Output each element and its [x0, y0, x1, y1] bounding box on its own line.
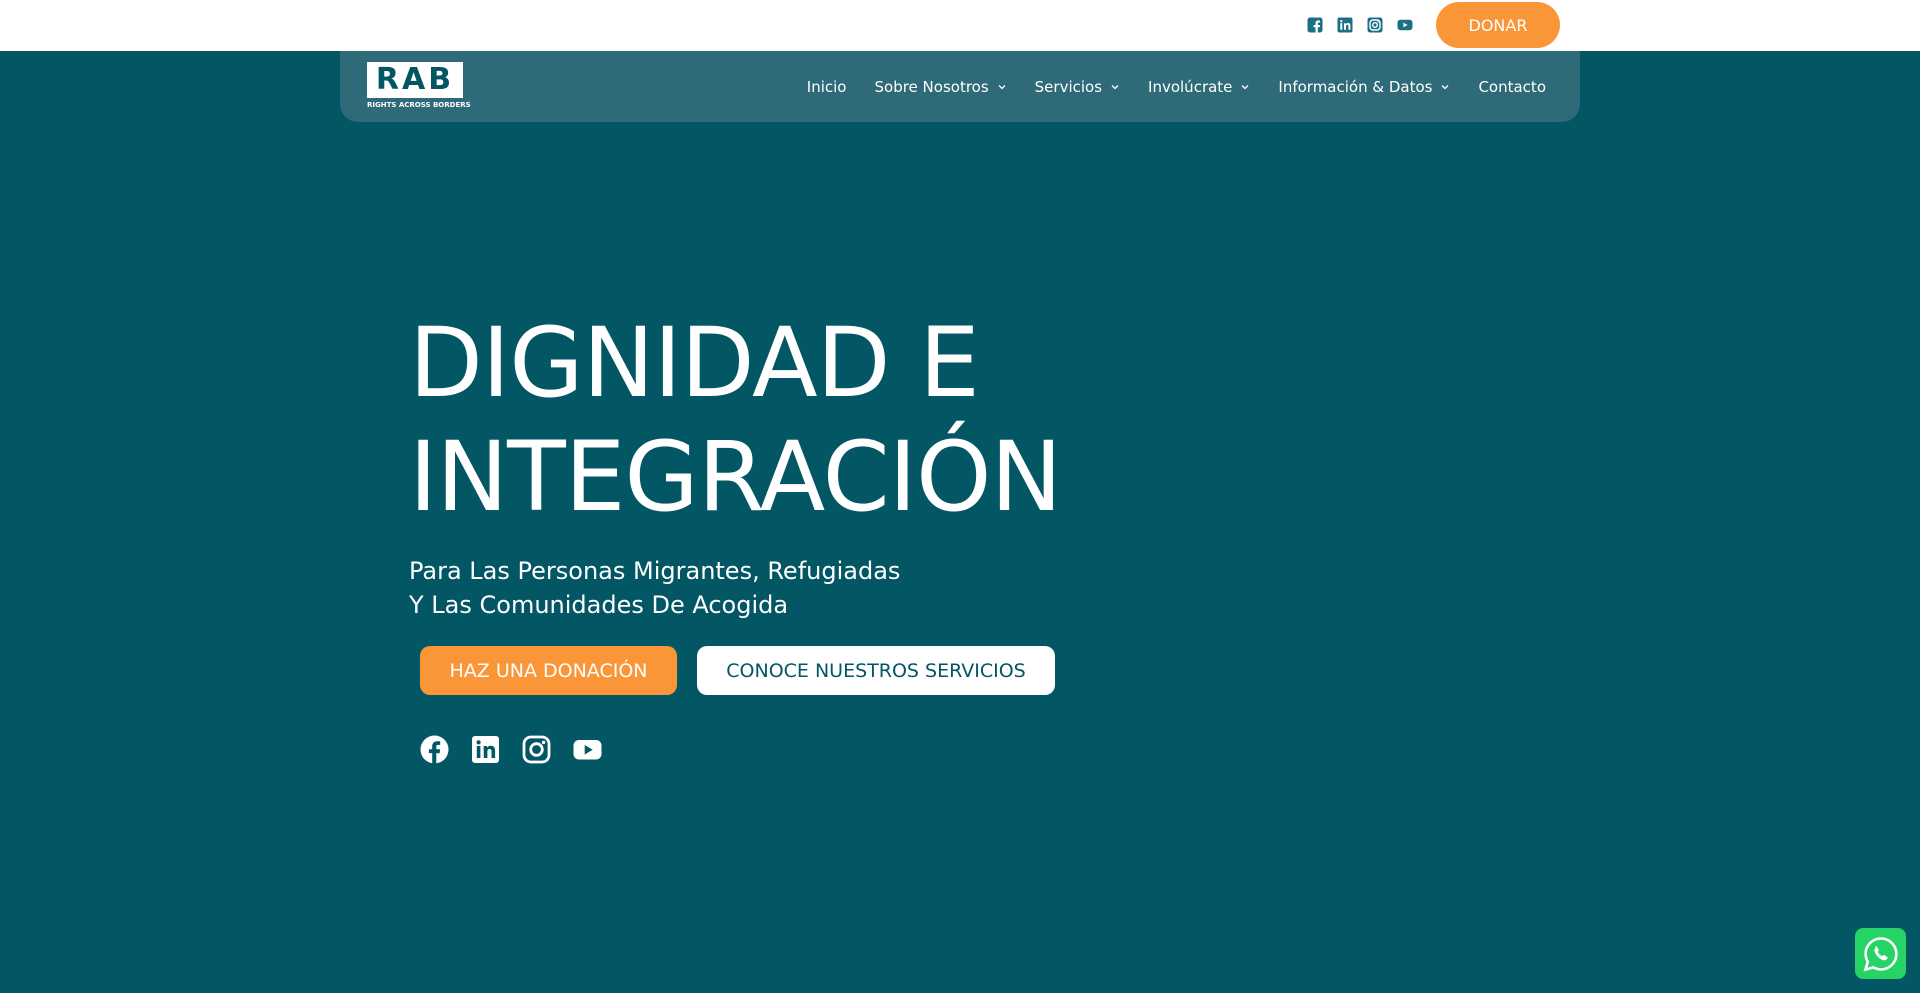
nav-item-label: Contacto [1478, 77, 1546, 96]
chevron-down-icon [1111, 84, 1119, 89]
hero-subtitle-line-1: Para Las Personas Migrantes, Refugiadas [409, 557, 901, 585]
top-social-links [1307, 17, 1413, 33]
linkedin-icon[interactable] [471, 735, 500, 764]
instagram-icon[interactable] [1367, 17, 1383, 33]
hero-subtitle: Para Las Personas Migrantes, Refugiadas … [409, 554, 1061, 622]
logo-mark: RAB [367, 62, 463, 98]
whatsapp-icon [1863, 936, 1898, 971]
facebook-icon[interactable] [420, 735, 449, 764]
hero-title-line-2: INTEGRACIÓN [409, 421, 1062, 533]
whatsapp-button[interactable] [1855, 928, 1906, 979]
youtube-icon[interactable] [573, 735, 602, 764]
linkedin-icon[interactable] [1337, 17, 1353, 33]
menu: Inicio Sobre Nosotros Servicios Involúcr… [807, 51, 1546, 122]
nav-item-label: Sobre Nosotros [874, 77, 989, 96]
facebook-icon[interactable] [1307, 17, 1323, 33]
nav-item-contacto[interactable]: Contacto [1478, 78, 1546, 96]
chevron-down-icon [1241, 84, 1249, 89]
nav-item-inicio[interactable]: Inicio [807, 78, 847, 96]
our-services-button[interactable]: CONOCE NUESTROS SERVICIOS [697, 646, 1055, 695]
instagram-icon[interactable] [522, 735, 551, 764]
nav-item-informacion-datos[interactable]: Información & Datos [1278, 78, 1450, 96]
donate-button[interactable]: DONAR [1436, 2, 1560, 48]
nav-item-involucrate[interactable]: Involúcrate [1148, 78, 1250, 96]
main-navigation: RAB RIGHTS ACROSS BORDERS Inicio Sobre N… [340, 51, 1580, 122]
logo-letters: RAB [375, 62, 455, 97]
chevron-down-icon [998, 84, 1006, 89]
nav-item-label: Involúcrate [1148, 77, 1233, 96]
nav-item-servicios[interactable]: Servicios [1035, 78, 1120, 96]
hero-social-links [420, 735, 602, 764]
nav-item-sobre-nosotros[interactable]: Sobre Nosotros [875, 78, 1007, 96]
nav-item-label: Inicio [806, 77, 847, 96]
top-bar: DONAR [0, 0, 1920, 51]
hero-title-line-1: DIGNIDAD E [409, 307, 980, 419]
hero-subtitle-line-2: Y Las Comunidades De Acogida [409, 591, 789, 619]
chevron-down-icon [1441, 84, 1449, 89]
youtube-icon[interactable] [1397, 17, 1413, 33]
logo-tagline: RIGHTS ACROSS BORDERS [367, 101, 471, 109]
nav-item-label: Servicios [1034, 77, 1103, 96]
make-donation-button[interactable]: HAZ UNA DONACIÓN [420, 646, 677, 695]
nav-item-label: Información & Datos [1278, 77, 1433, 96]
hero-title: DIGNIDAD E INTEGRACIÓN [409, 306, 1062, 534]
hero: DIGNIDAD E INTEGRACIÓN Para Las Personas… [409, 306, 1062, 622]
logo[interactable]: RAB RIGHTS ACROSS BORDERS [367, 62, 471, 113]
